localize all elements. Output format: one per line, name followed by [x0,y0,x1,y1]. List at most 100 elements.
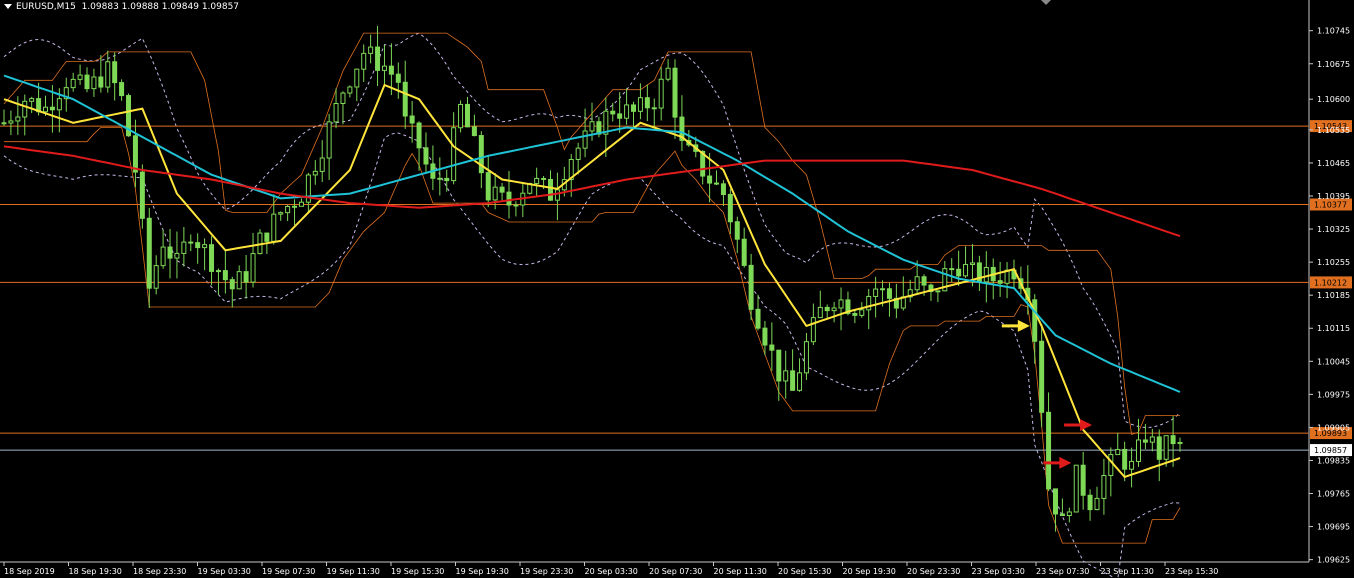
candle-body [43,106,49,113]
annotation-arrow-head-icon [1059,456,1072,469]
candle-body [395,73,401,83]
candle-body [1073,464,1079,513]
lower-band-line [3,132,1181,578]
candle-body [271,213,277,242]
candle-body [637,97,643,112]
candle-body [859,309,865,316]
price-tick-label: 1.09975 [1317,390,1350,399]
candle-body [292,205,298,208]
candle-body [243,271,249,283]
price-tick-label: 1.09905 [1317,423,1350,432]
time-tick-label: 23 Sep 03:30 [972,567,1025,576]
candle-body [77,74,83,80]
candle-body [160,246,166,267]
candle-body [1,122,7,125]
candle-body [921,276,927,286]
candle-body [554,189,560,201]
time-tick-label: 19 Sep 11:30 [327,567,380,576]
candle-body [624,104,630,119]
candle-body [783,370,789,382]
candle-body [755,308,761,329]
candle-body [312,170,318,176]
time-tick-label: 20 Sep 23:30 [907,567,960,576]
candle-body [541,177,547,180]
candle-body [1094,497,1100,511]
candle-body [1163,435,1169,460]
price-tick-label: 1.10115 [1317,324,1350,333]
price-tick-label: 1.10395 [1317,192,1350,201]
time-tick-label: 23 Sep 11:30 [1101,567,1154,576]
candle-body [15,116,21,122]
candle-body [146,217,152,289]
price-tick-label: 1.09625 [1317,556,1350,565]
candle-body [714,182,720,185]
candle-body [451,127,457,182]
candle-body [665,67,671,80]
time-tick-label: 20 Sep 03:30 [585,567,638,576]
time-tick-label: 19 Sep 15:30 [391,567,444,576]
candle-body [368,46,374,54]
candle-body [880,288,886,291]
candle-body [174,252,180,259]
candle-body [437,177,443,180]
candle-body [852,313,858,316]
candle-body [969,262,975,265]
price-tick-label: 1.10045 [1317,357,1350,366]
price-tick-label: 1.10535 [1317,126,1350,135]
time-tick-label: 23 Sep 15:30 [1165,567,1218,576]
candle-body [720,183,726,196]
ema-slow-line [3,145,1181,238]
candle-body [8,120,14,124]
candle-body [1101,474,1107,499]
candle-body [132,135,138,173]
candle-body [1177,442,1183,445]
candle-body [790,370,796,391]
ema-fast-line [3,83,1181,479]
candle-body [935,290,941,293]
candle-body [741,238,747,266]
candle-body [1066,511,1072,517]
candle-body [402,81,408,117]
candle-body [707,175,713,184]
candle-body [575,147,581,161]
candle-body [375,46,381,71]
price-chart[interactable]: 1.105431.103771.102121.098931.098571.107… [0,0,1354,578]
candle-body [215,270,221,273]
candle-body [1115,448,1121,456]
channel-lower-line [4,127,1181,544]
candle-body [810,317,816,343]
candle-body [423,147,429,165]
candle-body [1080,464,1086,496]
candle-body [485,172,491,201]
candle-body [222,270,228,281]
candle-body [631,104,637,112]
candle-body [831,307,837,312]
candle-body [181,241,187,254]
candle-body [105,61,111,88]
price-tick-label: 1.10745 [1317,27,1350,36]
candle-body [1032,299,1038,342]
candle-body [458,103,464,129]
candle-body [866,295,872,311]
price-tick-label: 1.10185 [1317,291,1350,300]
candle-body [956,268,962,277]
time-tick-label: 20 Sep 19:30 [843,567,896,576]
candle-body [1149,436,1155,443]
price-tick-label: 1.10325 [1317,225,1350,234]
time-tick-label: 18 Sep 23:30 [133,567,186,576]
candle-body [381,65,387,71]
candle-body [582,130,588,149]
candle-body [416,122,422,149]
time-tick-label: 23 Sep 07:30 [1036,567,1089,576]
candle-body [471,126,477,137]
annotation-arrow-head-icon [1017,319,1030,332]
candle-body [202,244,208,249]
candle-body [1129,460,1135,470]
time-tick-label: 19 Sep 23:30 [520,567,573,576]
candle-body [264,232,270,242]
candle-body [1170,435,1176,445]
candle-body [188,241,194,244]
candle-body [278,212,284,215]
candle-body [1046,411,1052,490]
candle-body [776,349,782,382]
